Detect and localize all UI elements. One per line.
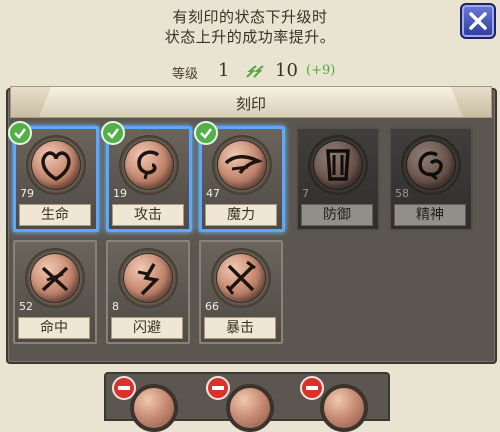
rune-name: 闪避	[133, 320, 161, 336]
double-arrow-icon	[246, 65, 264, 78]
section-title: 刻印	[235, 95, 266, 113]
rune-nameplate: 生命	[19, 204, 91, 226]
rune-count: 52	[19, 300, 33, 313]
selected-check-badge	[8, 121, 32, 145]
rune-card-defense[interactable]: 7 防御	[296, 127, 380, 231]
rune-nameplate: 攻击	[112, 204, 184, 226]
rune-nameplate: 闪避	[111, 317, 183, 339]
rune-count: 66	[205, 300, 219, 313]
accuracy-rune-icon	[41, 266, 69, 292]
heart-rune-icon	[41, 151, 71, 182]
rune-name: 生命	[41, 207, 69, 223]
description-line-2: 状态上升的成功率提升。	[164, 28, 336, 46]
rune-count: 79	[20, 187, 34, 200]
rune-card-accuracy[interactable]: 52 命中	[13, 240, 97, 344]
rune-nameplate: 命中	[18, 317, 90, 339]
rune-nameplate: 魔力	[205, 204, 277, 226]
remove-rune-button[interactable]	[206, 376, 230, 400]
rune-count: 58	[395, 187, 409, 200]
checkmark-icon	[107, 128, 119, 139]
level-target: 10	[275, 60, 298, 81]
equipped-rune-magic[interactable]	[320, 384, 368, 432]
rune-name: 精神	[416, 207, 444, 223]
description-line-1: 有刻印的状态下升级时	[172, 8, 328, 26]
remove-rune-button[interactable]	[300, 376, 324, 400]
rune-card-life[interactable]: 79 生命	[8, 121, 99, 232]
section-banner: 刻印	[10, 86, 492, 118]
checkmark-icon	[200, 128, 212, 139]
rune-card-evasion[interactable]: 8 闪避	[106, 240, 190, 344]
critical-rune-icon	[225, 260, 256, 295]
evasion-rune-icon	[137, 263, 160, 296]
remove-rune-button[interactable]	[112, 376, 136, 400]
checkmark-icon	[14, 128, 26, 139]
defense-rune-icon	[326, 149, 350, 181]
equipped-rune-attack[interactable]	[226, 384, 274, 432]
level-current: 1	[218, 60, 230, 81]
rune-card-attack[interactable]: 19 攻击	[101, 121, 192, 232]
rune-name: 魔力	[227, 207, 255, 223]
close-icon	[469, 12, 487, 30]
rune-card-critical[interactable]: 66 暴击	[199, 240, 283, 344]
rune-count: 8	[112, 300, 119, 313]
equipped-rune-life[interactable]	[130, 384, 178, 432]
selected-check-badge	[101, 121, 125, 145]
rune-count: 47	[206, 187, 220, 200]
rune-nameplate: 精神	[394, 204, 466, 226]
level-label: 等级	[172, 67, 199, 82]
rune-card-magic[interactable]: 47 魔力	[194, 121, 285, 232]
rune-name: 攻击	[134, 207, 162, 223]
rune-count: 19	[113, 187, 127, 200]
rune-name: 命中	[40, 320, 68, 336]
selected-check-badge	[194, 121, 218, 145]
rune-nameplate: 防御	[301, 204, 373, 226]
level-row: 等级 1 10 (+9)	[0, 60, 500, 84]
rune-nameplate: 暴击	[204, 317, 276, 339]
attack-rune-icon	[137, 150, 160, 180]
spirit-rune-icon	[418, 151, 443, 181]
rune-count: 7	[302, 187, 309, 200]
rune-card-spirit[interactable]: 58 精神	[389, 127, 473, 231]
magic-rune-icon	[224, 155, 264, 175]
rune-name: 防御	[323, 207, 351, 223]
rune-name: 暴击	[226, 320, 254, 336]
close-button[interactable]	[460, 3, 496, 39]
rune-upgrade-screen: 有刻印的状态下升级时 状态上升的成功率提升。 等级 1 10 (+9) 刻印 7…	[0, 0, 500, 432]
level-bonus: (+9)	[306, 63, 336, 78]
